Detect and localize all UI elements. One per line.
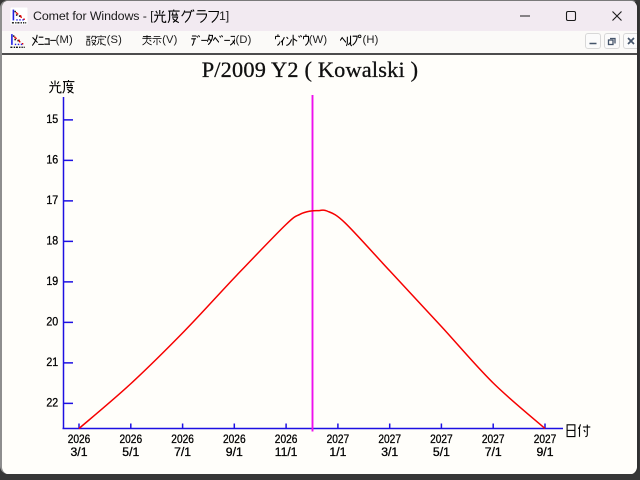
svg-text:3/1: 3/1 bbox=[381, 445, 398, 459]
svg-text:7/1: 7/1 bbox=[174, 445, 191, 459]
svg-text:18: 18 bbox=[46, 234, 58, 248]
svg-text:9/1: 9/1 bbox=[537, 445, 554, 459]
svg-text:16: 16 bbox=[46, 153, 58, 167]
svg-text:2026: 2026 bbox=[275, 432, 298, 446]
svg-text:5/1: 5/1 bbox=[433, 445, 450, 459]
svg-text:2027: 2027 bbox=[327, 432, 350, 446]
svg-text:21: 21 bbox=[46, 355, 58, 369]
svg-text:1/1: 1/1 bbox=[329, 445, 346, 459]
svg-text:22: 22 bbox=[46, 396, 58, 410]
svg-text:3/1: 3/1 bbox=[71, 445, 88, 459]
svg-text:P/2009 Y2 ( Kowalski ): P/2009 Y2 ( Kowalski ) bbox=[202, 57, 419, 82]
svg-text:2026: 2026 bbox=[223, 432, 246, 446]
svg-text:15: 15 bbox=[46, 112, 58, 126]
svg-text:2026: 2026 bbox=[171, 432, 194, 446]
svg-text:17: 17 bbox=[46, 193, 58, 207]
svg-text:7/1: 7/1 bbox=[485, 445, 502, 459]
svg-text:2026: 2026 bbox=[120, 432, 143, 446]
svg-text:11/1: 11/1 bbox=[275, 445, 298, 459]
svg-text:2027: 2027 bbox=[482, 432, 505, 446]
svg-text:2027: 2027 bbox=[378, 432, 401, 446]
svg-text:9/1: 9/1 bbox=[226, 445, 243, 459]
svg-text:19: 19 bbox=[46, 274, 58, 288]
svg-text:2027: 2027 bbox=[534, 432, 557, 446]
svg-text:5/1: 5/1 bbox=[122, 445, 139, 459]
svg-text:2027: 2027 bbox=[430, 432, 453, 446]
svg-text:2026: 2026 bbox=[68, 432, 91, 446]
svg-text:20: 20 bbox=[46, 315, 58, 329]
